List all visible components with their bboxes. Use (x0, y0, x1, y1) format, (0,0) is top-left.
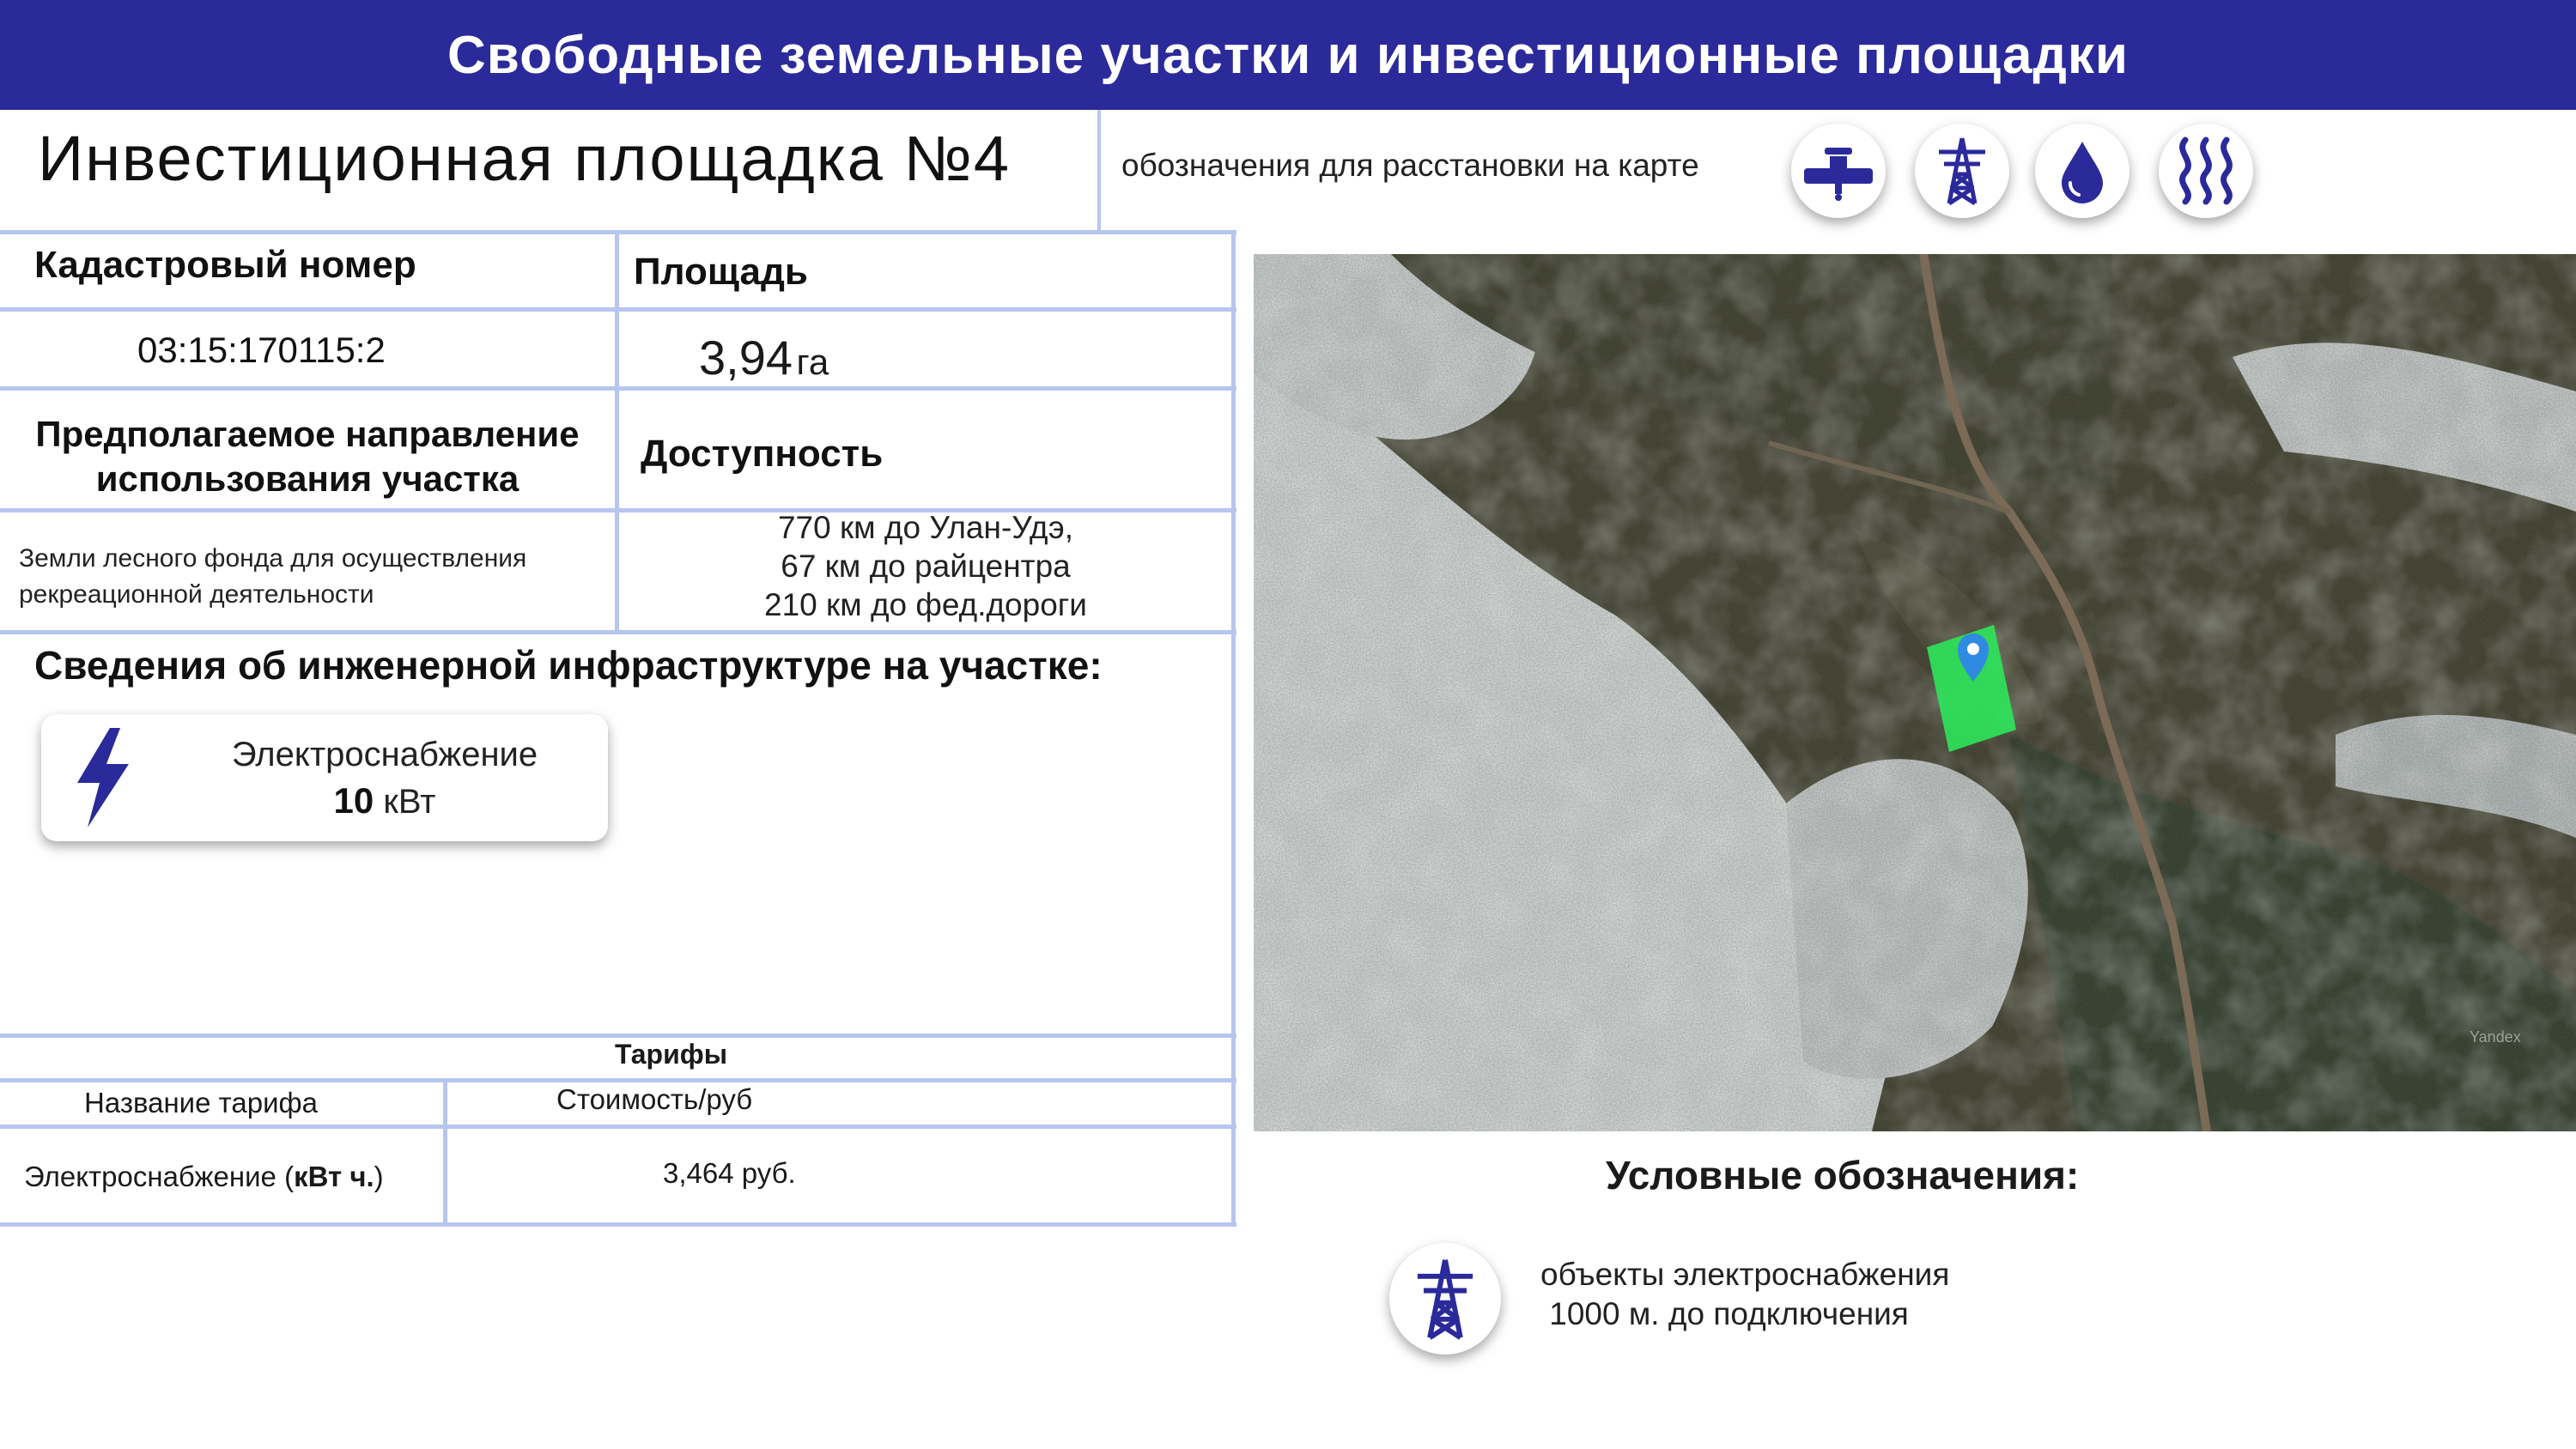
purpose-value-line: рекреационной деятельности (19, 580, 374, 609)
cadastre-label: Кадастровый номер (34, 244, 416, 286)
area-number: 3,94 (699, 330, 793, 385)
infrastructure-item-name: Электроснабжение (231, 736, 538, 773)
access-line: 67 км до райцентра (781, 549, 1071, 584)
water-pipe-icon (1791, 124, 1886, 218)
cadastre-value: 03:15:170115:2 (137, 330, 386, 370)
access-line: 770 км до Улан-Удэ, (777, 510, 1074, 545)
satellite-map[interactable]: Yandex (1254, 254, 2576, 1131)
tariffs-title: Тарифы (615, 1039, 728, 1070)
water-drop-icon (2035, 124, 2129, 218)
infrastructure-item: Электроснабжение 10 кВт (161, 731, 608, 825)
purpose-value-line: Земли лесного фонда для осуществления (19, 544, 527, 573)
purpose-label-line: Предполагаемое направление (35, 414, 580, 454)
purpose-label-line: использования участка (95, 458, 519, 499)
table-line (615, 230, 619, 630)
title-divider (1097, 110, 1101, 230)
table-line (0, 1078, 1236, 1082)
legend-item-line: объекты электроснабжения (1540, 1257, 1950, 1292)
area-label: Площадь (634, 251, 808, 293)
page-header: Свободные земельные участки и инвестицио… (0, 0, 2576, 110)
infrastructure-card: Электроснабжение 10 кВт (41, 714, 608, 841)
tariff-row-cost: 3,464 руб. (663, 1157, 796, 1189)
tariff-row-name-text: Электроснабжение ( (24, 1161, 295, 1192)
table-line (0, 1034, 1236, 1038)
table-line (0, 1222, 1236, 1227)
tariff-row-name-end: ) (374, 1161, 384, 1192)
access-line: 210 км до фед.дороги (764, 587, 1087, 622)
legend-item-line: 1000 м. до подключения (1540, 1296, 1909, 1331)
purpose-label: Предполагаемое направление использования… (0, 412, 615, 501)
tariff-col-name: Название тарифа (84, 1087, 319, 1119)
purpose-value: Земли лесного фонда для осуществления ре… (19, 541, 526, 613)
lightning-icon (77, 728, 129, 828)
power-tower-icon (1915, 124, 2009, 218)
tariff-row-unit: кВт ч. (294, 1161, 374, 1192)
heat-icon (2159, 124, 2253, 218)
infrastructure-item-unit: кВт (383, 783, 436, 821)
tariff-row-name: Электроснабжение (кВт ч.) (24, 1161, 384, 1193)
access-label: Доступность (641, 433, 884, 475)
infrastructure-item-value: 10 кВт (161, 778, 608, 825)
table-line (1231, 230, 1236, 1226)
map-image: Yandex (1254, 254, 2576, 1131)
site-title: Инвестиционная площадка №4 (38, 123, 1012, 194)
infrastructure-title: Сведения об инженерной инфраструктуре на… (34, 643, 1103, 688)
infrastructure-item-amount: 10 (333, 780, 374, 821)
legend-item-text: объекты электроснабжения 1000 м. до подк… (1540, 1255, 1949, 1334)
table-line (0, 1125, 1236, 1129)
table-line (0, 630, 1236, 634)
map-watermark: Yandex (2470, 1028, 2521, 1046)
access-value: 770 км до Улан-Удэ, 67 км до райцентра 2… (620, 508, 1231, 624)
area-unit: га (796, 342, 829, 382)
legend-note: обозначения для расстановки на карте (1121, 148, 1699, 183)
page-header-title: Свободные земельные участки и инвестицио… (447, 25, 2129, 85)
legend-title: Условные обозначения: (1606, 1153, 2080, 1197)
power-tower-icon (1389, 1243, 1501, 1355)
table-line (443, 1078, 447, 1226)
area-value: 3,94 га (699, 330, 829, 385)
tariff-col-cost: Стоимость/руб (556, 1083, 753, 1115)
